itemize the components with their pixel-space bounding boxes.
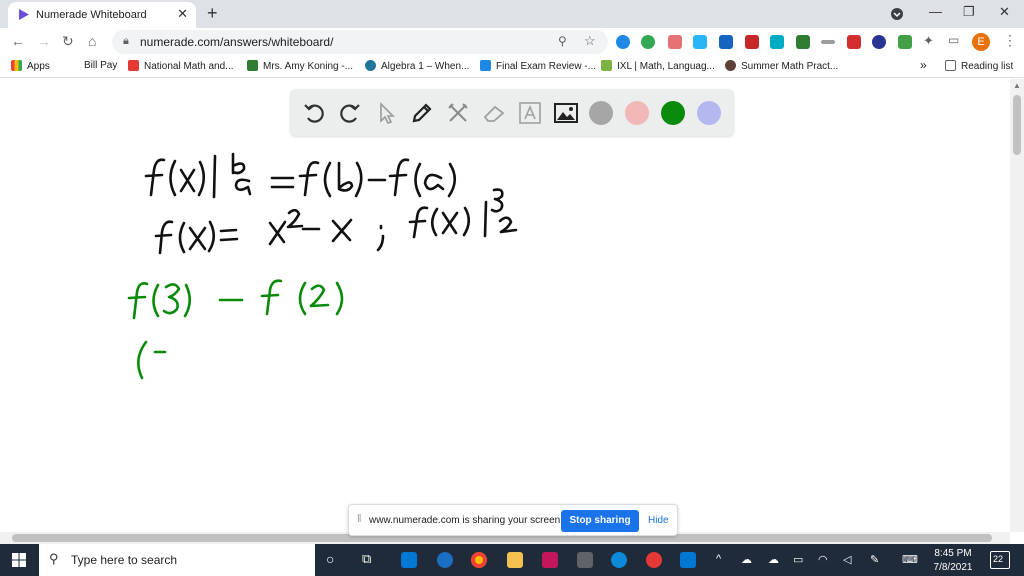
onedrive-icon[interactable]: ☁	[741, 553, 752, 566]
notification-count: 22	[993, 554, 1004, 564]
windows-taskbar: ⚲ Type here to search ○ ⧉ ^ ☁ ☁ ▭ ◠ ◁ ✎ …	[0, 544, 1024, 576]
app-icon[interactable]	[646, 552, 662, 568]
color-swatch-green[interactable]	[661, 101, 685, 125]
keyboard-icon[interactable]: ⌨	[902, 553, 918, 566]
color-swatch-lavender[interactable]	[697, 101, 721, 125]
mail-app-icon[interactable]	[401, 552, 417, 568]
redo-icon[interactable]	[336, 99, 364, 127]
outlook-icon[interactable]	[680, 552, 696, 568]
clock-date[interactable]: 7/8/2021	[928, 562, 978, 573]
pen-icon[interactable]	[408, 99, 436, 127]
wifi-icon[interactable]: ◠	[818, 553, 828, 566]
app-icon[interactable]	[542, 552, 558, 568]
search-placeholder: Type here to search	[71, 553, 178, 567]
text-icon[interactable]	[516, 99, 544, 127]
eraser-icon[interactable]	[480, 99, 508, 127]
volume-icon[interactable]: ◁	[843, 553, 851, 566]
store-icon[interactable]	[577, 552, 593, 568]
select-icon[interactable]	[372, 99, 400, 127]
onedrive-icon[interactable]: ☁	[768, 553, 779, 566]
file-explorer-icon[interactable]	[507, 552, 523, 568]
notification-center-icon[interactable]: 22	[990, 551, 1010, 569]
search-icon: ⚲	[49, 551, 59, 566]
hide-banner-link[interactable]: Hide	[648, 515, 669, 526]
color-swatch-gray[interactable]	[589, 101, 613, 125]
windows-start-icon[interactable]	[12, 553, 26, 567]
task-view-icon[interactable]: ⧉	[362, 551, 371, 567]
handwritten-math	[127, 152, 518, 380]
scroll-thumb[interactable]	[1013, 95, 1021, 155]
scroll-up-icon[interactable]: ▲	[1013, 81, 1021, 90]
color-swatch-pink[interactable]	[625, 101, 649, 125]
battery-icon[interactable]: ▭	[793, 553, 803, 566]
undo-icon[interactable]	[300, 99, 328, 127]
tray-overflow-icon[interactable]: ^	[716, 553, 721, 565]
image-icon[interactable]	[552, 99, 580, 127]
app-icon[interactable]	[437, 552, 453, 568]
taskbar-search[interactable]: ⚲ Type here to search	[39, 544, 315, 576]
vertical-scrollbar[interactable]: ▲	[1010, 79, 1024, 532]
pen-workspace-icon[interactable]: ✎	[870, 553, 879, 566]
chrome-icon[interactable]	[471, 552, 487, 568]
stop-sharing-button[interactable]: Stop sharing	[561, 510, 639, 532]
cortana-icon[interactable]: ○	[326, 551, 334, 567]
green-ink	[127, 279, 344, 380]
drag-handle-icon[interactable]: ‖	[357, 513, 362, 525]
tools-icon[interactable]	[444, 99, 472, 127]
whiteboard-toolbar	[290, 89, 734, 136]
share-message: www.numerade.com is sharing your screen.	[369, 515, 563, 526]
screen-share-banner: ‖ www.numerade.com is sharing your scree…	[348, 504, 678, 536]
clock-time[interactable]: 8:45 PM	[933, 548, 973, 559]
black-ink	[144, 152, 518, 255]
edge-icon[interactable]	[611, 552, 627, 568]
